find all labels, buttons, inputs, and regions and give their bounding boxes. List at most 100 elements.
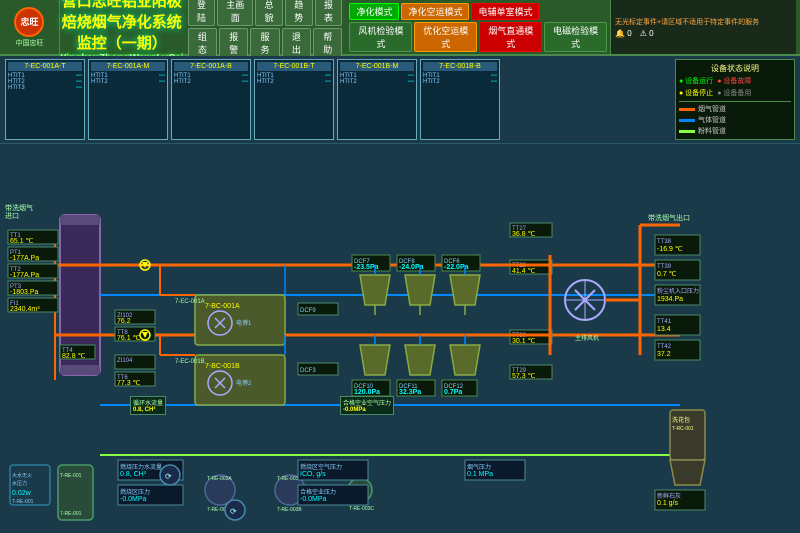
alarm-text: 无光标定事件+请区域不适用于特定事件的服务 [615,17,792,27]
svg-text:T-RC-001: T-RC-001 [672,426,694,432]
logo-icon: 忠旺 [14,7,44,37]
equipment-legend: 设备状态说明 ● 设备运行 ● 设备故障 ● 设备停止 ● 设备备用 烟气管道 … [675,59,795,140]
equip-title-4: 7-EC-001B-T [257,62,331,71]
svg-text:-0.0MPa: -0.0MPa [120,496,147,503]
svg-text:65.1 ℃: 65.1 ℃ [10,238,34,245]
hopper-3 [450,275,480,305]
svg-text:ICO, g/s: ICO, g/s [300,471,326,478]
svg-text:电博1: 电博1 [236,319,252,327]
nav-exit[interactable]: 退出 [282,28,311,58]
svg-text:7-EC-001A: 7-EC-001A [175,299,205,305]
svg-text:0.7 ℃: 0.7 ℃ [657,271,677,278]
air-flow-val: -0.0MPa [343,407,366,413]
nav-service[interactable]: 服务 [250,28,279,58]
svg-text:76.2: 76.2 [117,318,131,325]
equip-7EC001AM: 7-EC-001A-M HTIT1--- HTIT2--- [88,59,168,140]
mode-em-test[interactable]: 电磁检验模式 [544,22,607,52]
svg-text:燃烧区压力: 燃烧区压力 [120,488,150,496]
nav-trend[interactable]: 趋势 [285,0,313,26]
svg-text:DCF3: DCF3 [300,368,316,374]
mode-optimize-air[interactable]: 优化空运模式 [414,22,477,52]
equip-title-1: 7-EC-001A-T [8,62,82,71]
svg-text:大水无火: 大水无火 [12,472,32,479]
nav-report[interactable]: 报表 [315,0,343,26]
title-area: 营口忠旺铝业阳极焙烧烟气净化系统监控（一期） YingkouZhongWangL… [60,0,184,64]
nav-login[interactable]: 登陆 [188,0,216,26]
svg-text:燃烧区空气压力: 燃烧区空气压力 [300,463,342,471]
main-content: 7-EC-001A-T HTIT1--- HTIT2--- HTIT3--- 7… [0,56,800,533]
svg-text:进口: 进口 [5,212,19,220]
svg-text:32.3Pa: 32.3Pa [399,389,421,396]
alarm-count: 0 [627,29,631,38]
nav-help[interactable]: 帮助 [313,28,342,58]
svg-text:0.02w: 0.02w [12,490,32,497]
svg-text:37.2: 37.2 [657,351,671,358]
svg-text:-0.0MPa: -0.0MPa [300,496,327,503]
legend-standby: ● 设备备用 [717,88,751,98]
equip-title-3: 7-EC-001A-B [174,62,248,71]
nav-overview[interactable]: 总貌 [255,0,283,26]
svg-text:水压力: 水压力 [12,480,27,487]
logo-area: 忠旺 中国忠旺 [4,0,60,54]
equip-7EC001AB: 7-EC-001A-B HTIT1--- HTIT2--- [171,59,251,140]
legend-gas-pipe: 气体管道 [698,115,726,125]
nav-alarm[interactable]: 报警 [219,28,248,58]
alarm-count2: 0 [649,29,653,38]
legend-flue-pipe: 烟气管道 [698,104,726,114]
legend-stop: ● 设备停止 [679,88,713,98]
svg-text:0.7Pa: 0.7Pa [444,389,462,396]
svg-text:0.1 g/s: 0.1 g/s [657,500,679,507]
mode-single-chamber[interactable]: 电辅单室模式 [471,3,539,20]
flow-rate-label: 合格空业空气压力 -0.0MPa [340,396,394,415]
svg-text:-177A.Pa: -177A.Pa [10,255,39,262]
svg-text:T-RE-003C: T-RE-003C [349,506,374,512]
svg-text:82.8 ℃: 82.8 ℃ [62,353,86,360]
svg-text:2340.4m³: 2340.4m³ [10,306,40,313]
svg-text:燃烧压力水流量: 燃烧压力水流量 [120,463,162,471]
hopper-1 [360,275,390,305]
svg-text:⟳: ⟳ [230,507,237,516]
equip-title-5: 7-EC-001B-M [340,62,414,71]
main-title: 营口忠旺铝业阳极焙烧烟气净化系统监控（一期） [60,0,184,53]
process-diagram: 带洗烟气 进口 7-BC-001A 电博1 [0,144,800,533]
equip-7EC001BM: 7-EC-001B-M HTIT1--- HTIT2--- [337,59,417,140]
svg-text:7-RE-001: 7-RE-001 [60,511,82,517]
hopper-5 [405,345,435,375]
svg-text:新鲜石灰: 新鲜石灰 [657,492,681,500]
hopper-2 [405,275,435,305]
mode-flue-bypass[interactable]: 烟气直通模式 [479,22,542,52]
mode-fan-test[interactable]: 风机检验模式 [349,22,412,52]
svg-text:TT42: TT42 [657,344,672,350]
nav-row-1: 登陆 主画面 总貌 趋势 报表 [188,0,343,26]
svg-text:0.8, CH³: 0.8, CH³ [120,471,147,478]
svg-text:0.1 MPa: 0.1 MPa [467,471,493,478]
mode-purify[interactable]: 净化模式 [349,3,399,20]
svg-text:-177A.Pa: -177A.Pa [10,272,39,279]
inlet-label: 带洗烟气 [5,203,33,212]
svg-text:TT41: TT41 [657,319,672,325]
svg-text:76.1 ℃: 76.1 ℃ [117,335,141,342]
svg-text:57.3 ℃: 57.3 ℃ [512,373,536,380]
alarm-area: 无光标定事件+请区域不适用于特定事件的服务 🔔 0 ⚠ 0 [610,0,796,54]
nav-main[interactable]: 主画面 [217,0,253,26]
svg-text:TT39: TT39 [657,264,672,270]
svg-text:TT38: TT38 [657,239,672,245]
nav-config[interactable]: 组态 [188,28,217,58]
svg-text:粉尘机入口压力: 粉尘机入口压力 [657,287,699,295]
svg-text:-1803.Pa: -1803.Pa [10,289,39,296]
pipe-legend: 烟气管道 气体管道 粉料管道 [679,101,791,136]
company-name: 中国忠旺 [15,38,43,48]
svg-text:带洗烟气出口: 带洗烟气出口 [648,213,690,222]
equipment-row: 7-EC-001A-T HTIT1--- HTIT2--- HTIT3--- 7… [0,56,800,144]
svg-text:ZI104: ZI104 [117,358,133,364]
svg-text:-16.9 ℃: -16.9 ℃ [657,246,683,253]
hopper-6 [450,345,480,375]
mode-purify-air[interactable]: 净化空运模式 [401,3,469,20]
svg-text:30.1 ℃: 30.1 ℃ [512,338,536,345]
equip-title-2: 7-EC-001A-M [91,62,165,71]
svg-text:DCF9: DCF9 [300,308,316,314]
svg-text:7-EC-001B: 7-EC-001B [175,359,205,365]
svg-text:7-BC-001B: 7-BC-001B [205,363,240,370]
nav-row-2: 组态 报警 服务 退出 帮助 [188,28,343,58]
svg-text:电博2: 电博2 [236,379,252,387]
